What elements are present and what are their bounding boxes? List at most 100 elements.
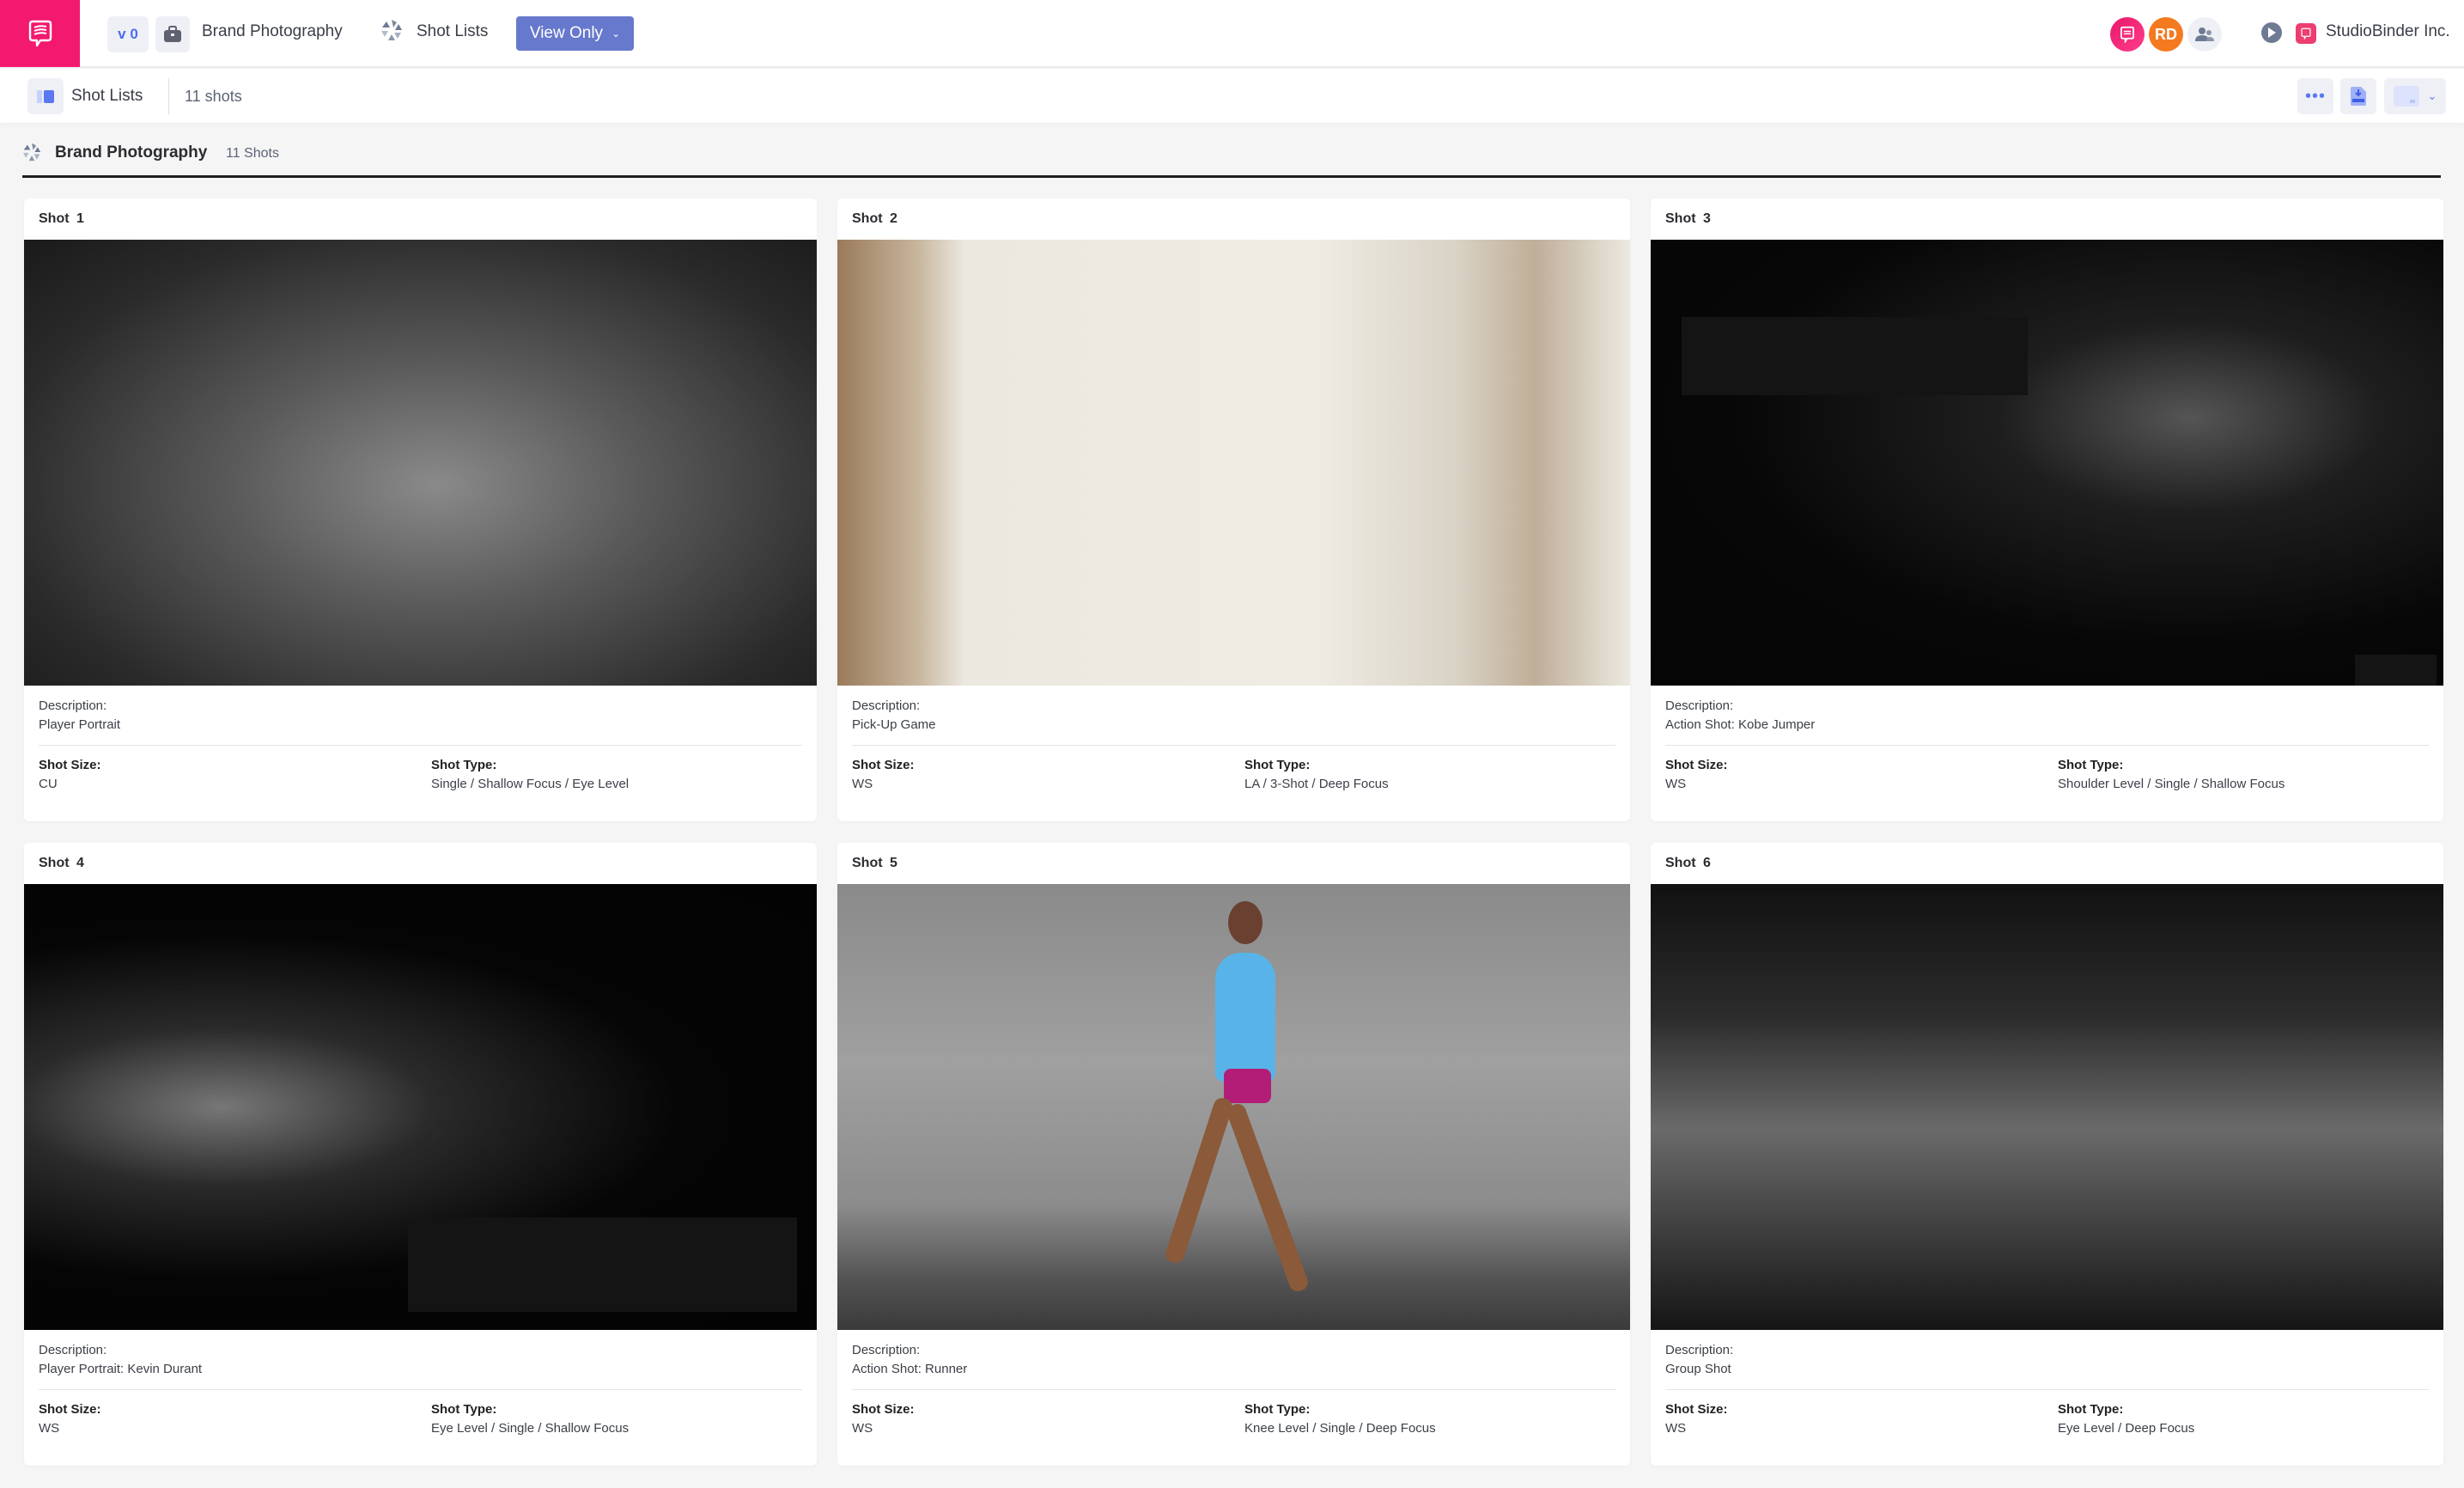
description-label: Description: bbox=[1665, 1343, 1734, 1357]
shot-title[interactable]: Shot 1 bbox=[39, 211, 84, 227]
description-value: Group Shot bbox=[1665, 1362, 1731, 1376]
shot-size-label: Shot Size: bbox=[852, 1402, 915, 1417]
description-label: Description: bbox=[39, 698, 107, 713]
image-overlay bbox=[408, 1217, 797, 1312]
app-logo[interactable] bbox=[0, 0, 80, 67]
shot-size-value: WS bbox=[852, 1421, 873, 1436]
shot-size-label: Shot Size: bbox=[1665, 758, 1728, 772]
shot-image[interactable] bbox=[837, 240, 1630, 686]
team-icon bbox=[2195, 27, 2214, 41]
aperture-icon bbox=[380, 19, 403, 46]
shot-image[interactable] bbox=[1651, 240, 2443, 686]
shot-size-label: Shot Size: bbox=[39, 758, 101, 772]
description-label: Description: bbox=[852, 1343, 921, 1357]
avatar-rd[interactable]: RD bbox=[2149, 17, 2183, 52]
shot-type-value: Shoulder Level / Single / Shallow Focus bbox=[2058, 777, 2285, 791]
shot-type-label: Shot Type: bbox=[2058, 1402, 2124, 1417]
chevron-down-icon: ⌄ bbox=[2427, 89, 2437, 102]
description-value: Player Portrait bbox=[39, 717, 121, 732]
shot-image[interactable] bbox=[1651, 884, 2443, 1330]
shot-type-label: Shot Type: bbox=[1244, 758, 1311, 772]
card-divider bbox=[39, 1389, 802, 1390]
card-divider bbox=[1665, 745, 2429, 746]
description-label: Description: bbox=[852, 698, 921, 713]
shot-type-label: Shot Type: bbox=[431, 1402, 497, 1417]
shot-card[interactable]: Shot 2 Description: Pick-Up Game Shot Size:… bbox=[837, 198, 1630, 821]
card-divider bbox=[1665, 1389, 2429, 1390]
description-label: Description: bbox=[39, 1343, 107, 1357]
project-button[interactable] bbox=[155, 16, 190, 52]
shot-type-value: Knee Level / Single / Deep Focus bbox=[1244, 1421, 1436, 1436]
studiobinder-logo-icon bbox=[2301, 27, 2311, 40]
sub-toolbar: Shot Lists 11 shots ••• ⌄ bbox=[0, 69, 2464, 123]
shot-size-label: Shot Size: bbox=[1665, 1402, 1728, 1417]
runner-figure bbox=[1163, 893, 1327, 1314]
play-tutorial-button[interactable] bbox=[2261, 22, 2282, 43]
section-divider bbox=[22, 175, 2441, 178]
shot-card[interactable]: Shot 5 Description: Action Shot: Runner Sho… bbox=[837, 843, 1630, 1466]
shot-title[interactable]: Shot 6 bbox=[1665, 856, 1711, 871]
shot-lists-icon[interactable] bbox=[27, 78, 64, 114]
description-value: Player Portrait: Kevin Durant bbox=[39, 1362, 203, 1376]
shot-size-value: WS bbox=[39, 1421, 60, 1436]
project-name-link[interactable]: Brand Photography bbox=[202, 22, 343, 41]
image-overlay bbox=[2355, 655, 2437, 686]
description-value: Pick-Up Game bbox=[852, 717, 936, 732]
description-label: Description: bbox=[1665, 698, 1734, 713]
shot-card[interactable]: Shot 1 Description: Player Portrait Shot Si… bbox=[24, 198, 817, 821]
shot-image[interactable] bbox=[837, 884, 1630, 1330]
export-pdf-button[interactable] bbox=[2340, 78, 2376, 114]
shot-image[interactable] bbox=[24, 884, 817, 1330]
avatar-studiobinder[interactable] bbox=[2110, 17, 2145, 52]
sub-toolbar-title: Shot Lists bbox=[71, 87, 143, 105]
card-divider bbox=[39, 745, 802, 746]
shot-size-value: WS bbox=[1665, 777, 1687, 791]
shot-title[interactable]: Shot 5 bbox=[852, 856, 897, 871]
shot-title[interactable]: Shot 2 bbox=[852, 211, 897, 227]
shot-type-label: Shot Type: bbox=[2058, 758, 2124, 772]
shot-size-label: Shot Size: bbox=[39, 1402, 101, 1417]
version-badge[interactable]: v 0 bbox=[107, 16, 149, 52]
shot-type-value: Eye Level / Single / Shallow Focus bbox=[431, 1421, 630, 1436]
shot-type-label: Shot Type: bbox=[1244, 1402, 1311, 1417]
card-divider bbox=[852, 745, 1615, 746]
top-navigation-bar bbox=[0, 0, 2464, 68]
avatar-team[interactable] bbox=[2187, 17, 2222, 52]
organization-logo[interactable] bbox=[2296, 23, 2316, 44]
divider bbox=[168, 78, 169, 114]
play-icon bbox=[2268, 27, 2276, 38]
aperture-icon bbox=[22, 143, 41, 166]
card-divider bbox=[852, 1389, 1615, 1390]
shot-type-value: Single / Shallow Focus / Eye Level bbox=[431, 777, 630, 791]
view-mode-label: View Only bbox=[529, 24, 604, 42]
shot-size-value: CU bbox=[39, 777, 58, 791]
shot-type-label: Shot Type: bbox=[431, 758, 497, 772]
shot-card[interactable]: Shot 4 Description: Player Portrait: Kevin… bbox=[24, 843, 817, 1466]
more-horizontal-icon: ••• bbox=[2304, 86, 2326, 106]
studiobinder-logo-icon bbox=[2120, 26, 2134, 43]
shot-image[interactable] bbox=[24, 240, 817, 686]
section-shot-count: 11 Shots bbox=[226, 146, 279, 161]
studiobinder-logo-icon bbox=[28, 20, 52, 46]
shot-lists-link[interactable]: Shot Lists bbox=[417, 22, 488, 41]
layout-selector-dropdown[interactable]: ⌄ bbox=[2384, 78, 2446, 114]
organization-name[interactable]: StudioBinder Inc. bbox=[2326, 22, 2450, 41]
more-options-button[interactable]: ••• bbox=[2297, 78, 2333, 114]
shot-title[interactable]: Shot 4 bbox=[39, 856, 84, 871]
chevron-down-icon: ⌄ bbox=[611, 27, 621, 40]
shot-type-value: Eye Level / Deep Focus bbox=[2058, 1421, 2195, 1436]
section-title: Brand Photography bbox=[55, 143, 208, 162]
shot-count: 11 shots bbox=[185, 88, 242, 105]
shot-title[interactable]: Shot 3 bbox=[1665, 211, 1711, 227]
briefcase-icon bbox=[164, 26, 181, 42]
layout-grid-icon bbox=[2393, 86, 2419, 107]
shot-size-label: Shot Size: bbox=[852, 758, 915, 772]
shot-type-value: LA / 3-Shot / Deep Focus bbox=[1244, 777, 1389, 791]
description-value: Action Shot: Kobe Jumper bbox=[1665, 717, 1816, 732]
shot-size-value: WS bbox=[852, 777, 873, 791]
shot-card[interactable]: Shot 6 Description: Group Shot Shot Size: WS… bbox=[1651, 843, 2443, 1466]
shot-size-value: WS bbox=[1665, 1421, 1687, 1436]
image-overlay bbox=[1682, 317, 2028, 395]
view-mode-dropdown[interactable]: View Only ⌄ bbox=[516, 16, 634, 51]
shot-card[interactable]: Shot 3 Description: Action Shot: Kobe Jump… bbox=[1651, 198, 2443, 821]
